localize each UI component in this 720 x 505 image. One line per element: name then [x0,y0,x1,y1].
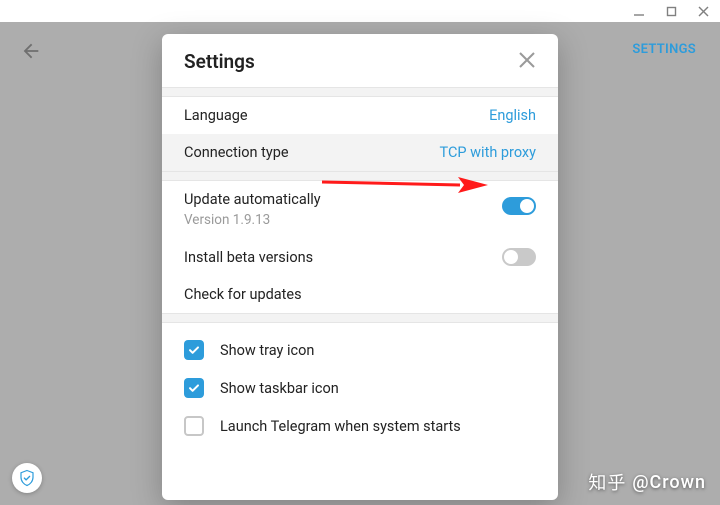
toggle-update-automatically[interactable] [502,197,536,215]
section-divider [162,171,558,181]
watermark-handle: @Crown [632,472,706,493]
section-divider [162,87,558,97]
row-label: Launch Telegram when system starts [220,418,461,435]
toggle-install-beta[interactable] [502,248,536,266]
window-maximize-button[interactable] [660,2,682,20]
window-titlebar [0,0,720,22]
checkbox-show-tray[interactable] [184,340,204,360]
settings-row-show-tray[interactable]: Show tray icon [162,331,558,369]
settings-row-check-updates[interactable]: Check for updates [162,276,558,313]
row-value: English [489,107,536,124]
connection-status-badge[interactable] [12,463,42,493]
row-label: Check for updates [184,286,302,303]
checkbox-launch-startup[interactable] [184,416,204,436]
modal-title: Settings [184,50,255,73]
window-minimize-button[interactable] [628,2,650,20]
row-label: Show taskbar icon [220,380,339,397]
settings-row-install-beta[interactable]: Install beta versions [162,238,558,276]
watermark-site: 知乎 [588,469,626,495]
version-text: Version 1.9.13 [184,212,321,228]
modal-close-button[interactable] [518,51,536,73]
arrow-left-icon [20,40,42,62]
modal-header: Settings [162,34,558,87]
settings-header-link[interactable]: SETTINGS [632,42,696,57]
settings-row-launch-startup[interactable]: Launch Telegram when system starts [162,407,558,445]
settings-row-language[interactable]: Language English [162,97,558,134]
row-label: Update automatically [184,191,321,208]
watermark: 知乎 @Crown [588,469,706,495]
checkbox-show-taskbar[interactable] [184,378,204,398]
toggle-knob [504,250,518,264]
settings-modal: Settings Language English Connection typ… [162,34,558,500]
toggle-knob [520,199,534,213]
settings-row-show-taskbar[interactable]: Show taskbar icon [162,369,558,407]
settings-row-connection-type[interactable]: Connection type TCP with proxy [162,134,558,171]
check-icon [187,381,201,395]
close-icon [518,51,536,69]
row-label: Connection type [184,144,289,161]
modal-body[interactable]: Language English Connection type TCP wit… [162,87,558,500]
window-close-button[interactable] [692,2,714,20]
check-icon [187,343,201,357]
row-label: Install beta versions [184,249,313,266]
section-divider [162,313,558,323]
shield-check-icon [18,469,36,487]
row-value: TCP with proxy [440,144,536,161]
row-label: Show tray icon [220,342,314,359]
row-label: Language [184,107,248,124]
settings-row-update-automatically[interactable]: Update automatically Version 1.9.13 [162,181,558,238]
back-button[interactable] [20,40,42,66]
